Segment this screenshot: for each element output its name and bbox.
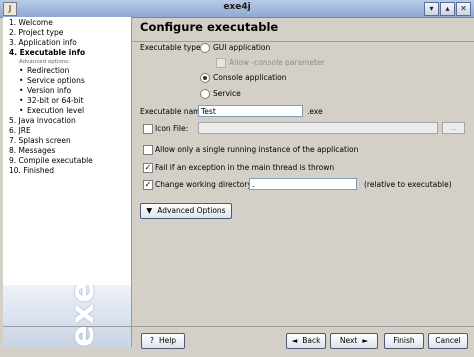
- step-messages[interactable]: 8. Messages: [9, 146, 93, 156]
- substep-service-options[interactable]: • Service options: [9, 76, 93, 86]
- fail-exception-label[interactable]: Fail if an exception in the main thread …: [155, 163, 334, 172]
- triangle-down-icon: ▼: [146, 206, 153, 215]
- exe4j-logo: exe4j: [3, 285, 131, 347]
- step-project-type[interactable]: 2. Project type: [9, 28, 93, 38]
- substep-version-info[interactable]: • Version info: [9, 86, 93, 96]
- cancel-button[interactable]: Cancel: [428, 333, 468, 349]
- icon-file-label: Icon File:: [155, 124, 189, 133]
- executable-type-label: Executable type:: [140, 43, 204, 52]
- help-button[interactable]: ? Help: [141, 333, 185, 349]
- substep-redirection[interactable]: • Redirection: [9, 66, 93, 76]
- step-executable-info[interactable]: 4. Executable info: [9, 48, 93, 58]
- header-divider: [132, 41, 474, 42]
- footer-divider: [3, 326, 474, 327]
- change-dir-checkbox[interactable]: ✓: [143, 180, 153, 190]
- advanced-options-button[interactable]: ▼ Advanced Options: [140, 203, 232, 219]
- step-application-info[interactable]: 3. Application info: [9, 38, 93, 48]
- single-instance-checkbox[interactable]: [143, 145, 153, 155]
- arrow-left-icon: ◄: [291, 336, 298, 345]
- page-title: Configure executable: [140, 20, 279, 34]
- advanced-options-note: Advanced options:: [19, 59, 71, 65]
- main-panel: Configure executable Executable type: GU…: [132, 17, 474, 337]
- window-title: exe4j: [223, 2, 251, 12]
- bullet-icon: •: [19, 86, 24, 95]
- executable-name-input[interactable]: Test: [198, 105, 303, 117]
- service-label[interactable]: Service: [213, 89, 241, 98]
- allow-console-checkbox[interactable]: [216, 58, 226, 68]
- next-button[interactable]: Next ►: [330, 333, 378, 349]
- arrow-right-icon: ►: [362, 336, 369, 345]
- console-application-label[interactable]: Console application: [213, 73, 287, 82]
- icon-file-input[interactable]: [198, 122, 438, 134]
- single-instance-label[interactable]: Allow only a single running instance of …: [155, 145, 358, 154]
- gui-application-radio[interactable]: [200, 43, 210, 53]
- finish-button[interactable]: Finish: [384, 333, 424, 349]
- wizard-steps: 1. Welcome 2. Project type 3. Applicatio…: [9, 18, 93, 176]
- gui-application-label[interactable]: GUI application: [213, 43, 270, 52]
- bullet-icon: •: [19, 76, 24, 85]
- substep-execution-level[interactable]: • Execution level: [9, 106, 93, 116]
- relative-note: (relative to executable): [364, 180, 452, 189]
- bullet-icon: •: [19, 96, 24, 105]
- help-icon: ?: [149, 336, 154, 345]
- console-application-radio[interactable]: [200, 73, 210, 83]
- change-dir-label[interactable]: Change working directory to:: [155, 180, 264, 189]
- exe-suffix-label: .exe: [307, 107, 323, 116]
- bullet-icon: •: [19, 66, 24, 75]
- step-jre[interactable]: 6. JRE: [9, 126, 93, 136]
- step-splash-screen[interactable]: 7. Splash screen: [9, 136, 93, 146]
- wizard-step-sidebar: 1. Welcome 2. Project type 3. Applicatio…: [3, 17, 132, 347]
- step-compile-executable[interactable]: 9. Compile executable: [9, 156, 93, 166]
- allow-console-label: Allow -console parameter: [229, 58, 325, 67]
- bullet-icon: •: [19, 106, 24, 115]
- working-directory-input[interactable]: .: [249, 178, 357, 190]
- window-titlebar: J exe4j ▾ ▴ ✕: [0, 0, 474, 18]
- close-icon[interactable]: ✕: [456, 2, 471, 16]
- minimize-icon[interactable]: ▾: [424, 2, 439, 16]
- fail-exception-checkbox[interactable]: ✓: [143, 163, 153, 173]
- icon-file-checkbox[interactable]: [143, 124, 153, 134]
- service-radio[interactable]: [200, 89, 210, 99]
- substep-32-64-bit[interactable]: • 32-bit or 64-bit: [9, 96, 93, 106]
- icon-browse-button[interactable]: ...: [442, 122, 465, 134]
- maximize-icon[interactable]: ▴: [440, 2, 455, 16]
- step-finished[interactable]: 10. Finished: [9, 166, 93, 176]
- back-button[interactable]: ◄ Back: [286, 333, 326, 349]
- step-java-invocation[interactable]: 5. Java invocation: [9, 116, 93, 126]
- step-welcome[interactable]: 1. Welcome: [9, 18, 93, 28]
